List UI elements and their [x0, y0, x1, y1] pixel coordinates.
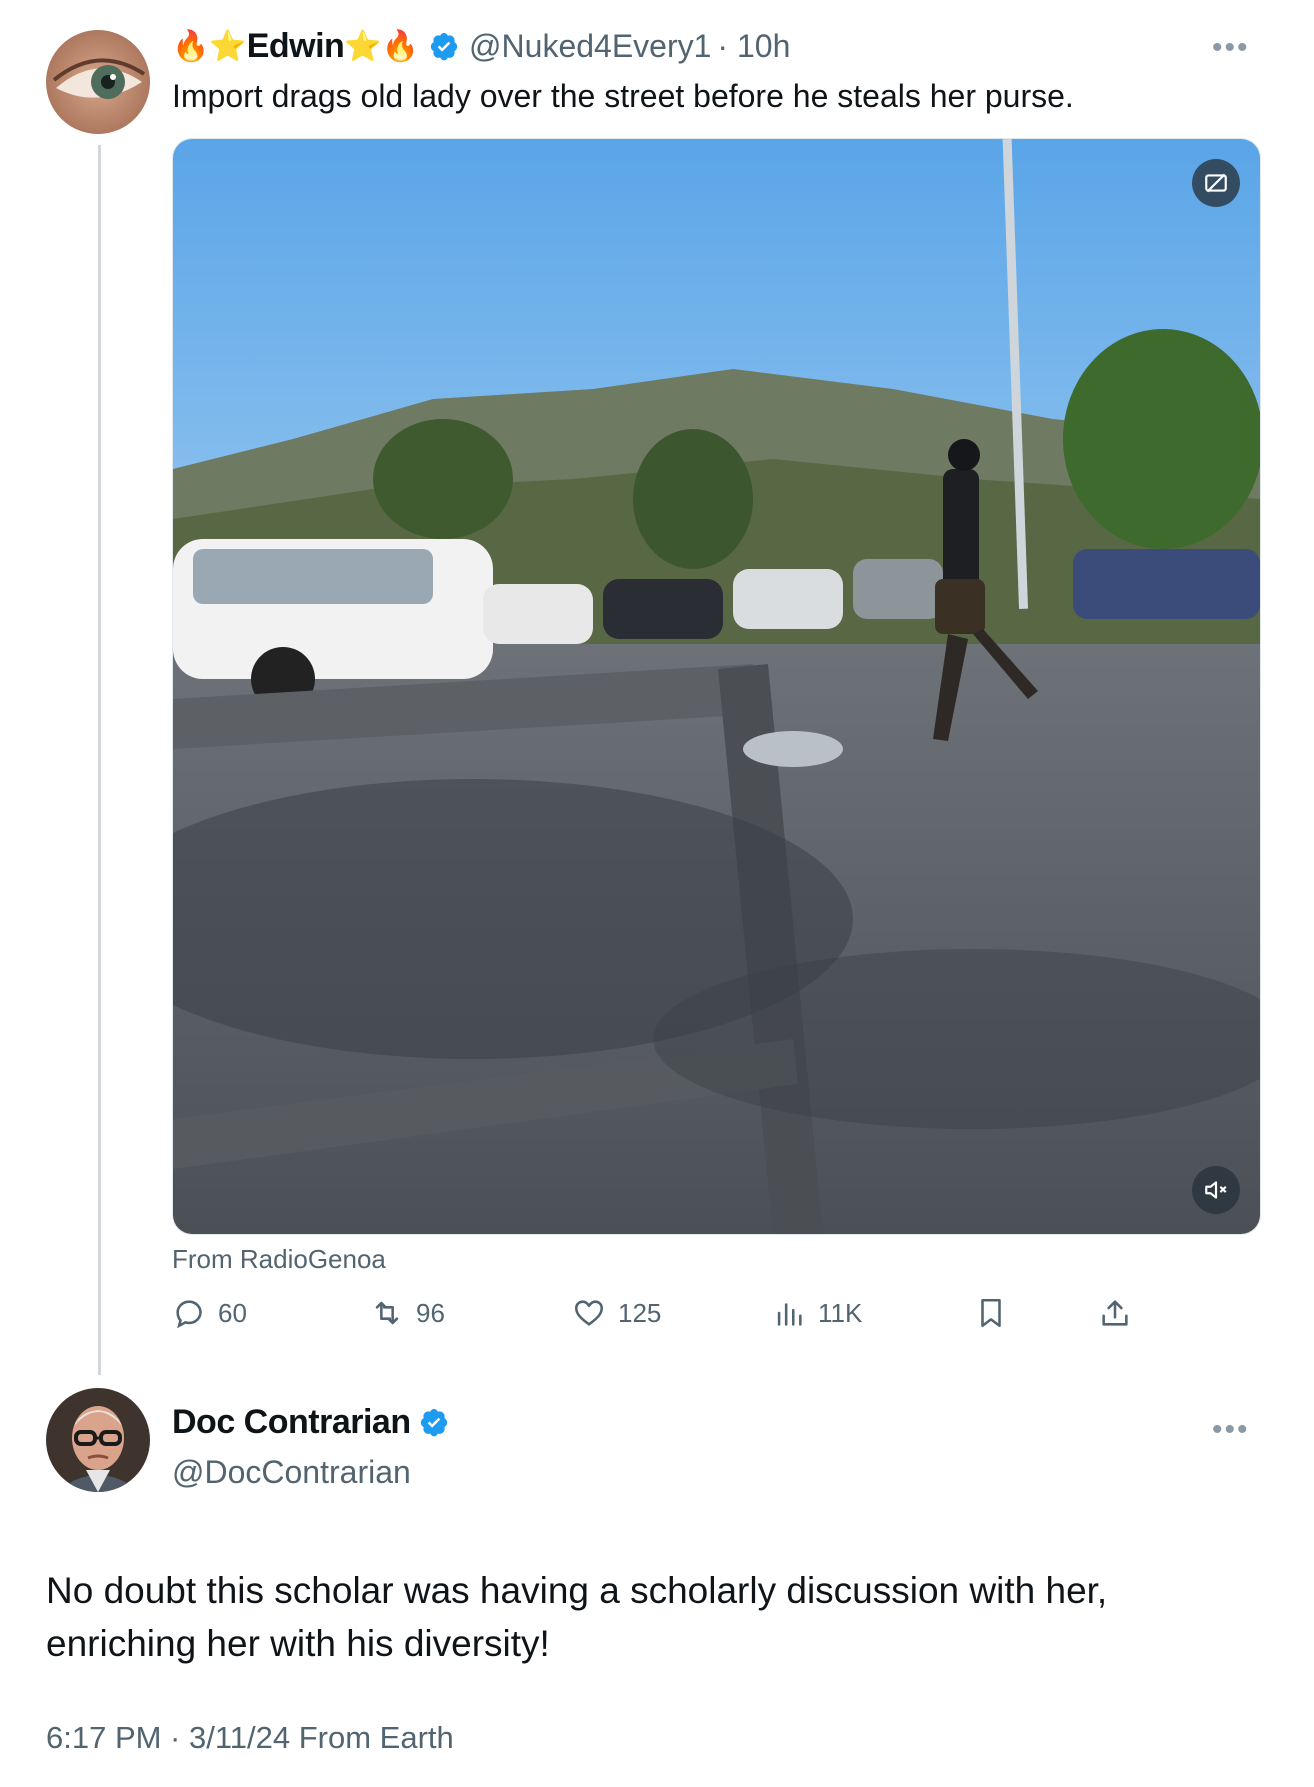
eye-avatar-image — [46, 30, 150, 134]
bookmark-icon — [981, 1298, 1001, 1328]
tweet1-video[interactable] — [172, 138, 1261, 1235]
name-emoji-left: 🔥⭐ — [172, 29, 247, 63]
tweet2-header: Doc Contrarian — [172, 1400, 449, 1444]
avatar-edwin[interactable] — [46, 30, 150, 134]
views-icon — [777, 1303, 802, 1326]
share-button[interactable] — [1098, 1296, 1132, 1330]
thread-connector-line — [98, 145, 101, 1375]
retweet-button[interactable]: 96 — [370, 1296, 445, 1330]
like-count: 125 — [618, 1297, 662, 1328]
avatar-doc-contrarian[interactable] — [46, 1388, 150, 1492]
tweet2-display-name[interactable]: Doc Contrarian — [172, 1403, 411, 1442]
views-count: 11K — [818, 1297, 863, 1328]
verified-badge-icon — [420, 1408, 447, 1437]
video-frame — [173, 139, 1260, 1234]
tweet1-text: Import drags old lady over the street be… — [172, 78, 1074, 114]
reply-icon — [176, 1300, 202, 1329]
tweet1-time[interactable]: · 10h — [717, 28, 790, 65]
tweet1-display-name[interactable]: Edwin — [247, 27, 345, 66]
tweet2-text: No doubt this scholar was having a schol… — [46, 1570, 1108, 1664]
reply-button[interactable]: 60 — [172, 1296, 247, 1330]
name-emoji-right: ⭐🔥 — [344, 29, 420, 63]
tweet2-timestamp[interactable]: 6:17 PM · 3/11/24 From Earth — [46, 1720, 454, 1756]
sensitive-content-icon[interactable] — [1192, 159, 1240, 207]
reply-count: 60 — [218, 1297, 247, 1328]
bookmark-button[interactable] — [974, 1296, 1008, 1330]
tweet2-handle[interactable]: @DocContrarian — [172, 1454, 411, 1491]
more-options-icon[interactable]: ••• — [1212, 33, 1250, 63]
heart-icon — [574, 1300, 604, 1326]
tweet1-header: 🔥⭐ Edwin ⭐🔥 @Nuked4Every1 · 10h — [172, 24, 790, 68]
retweet-count: 96 — [416, 1297, 445, 1328]
tweet1-handle[interactable]: @Nuked4Every1 — [469, 28, 711, 65]
portrait-avatar-image — [46, 1388, 150, 1492]
media-source-link[interactable]: From RadioGenoa — [172, 1244, 386, 1275]
more-options-icon[interactable]: ••• — [1212, 1415, 1250, 1445]
share-icon — [1102, 1300, 1128, 1326]
views-button[interactable]: 11K — [772, 1296, 862, 1330]
mute-icon[interactable] — [1192, 1166, 1240, 1214]
retweet-icon — [375, 1301, 399, 1325]
verified-badge-icon — [430, 32, 458, 61]
like-button[interactable]: 125 — [572, 1296, 661, 1330]
